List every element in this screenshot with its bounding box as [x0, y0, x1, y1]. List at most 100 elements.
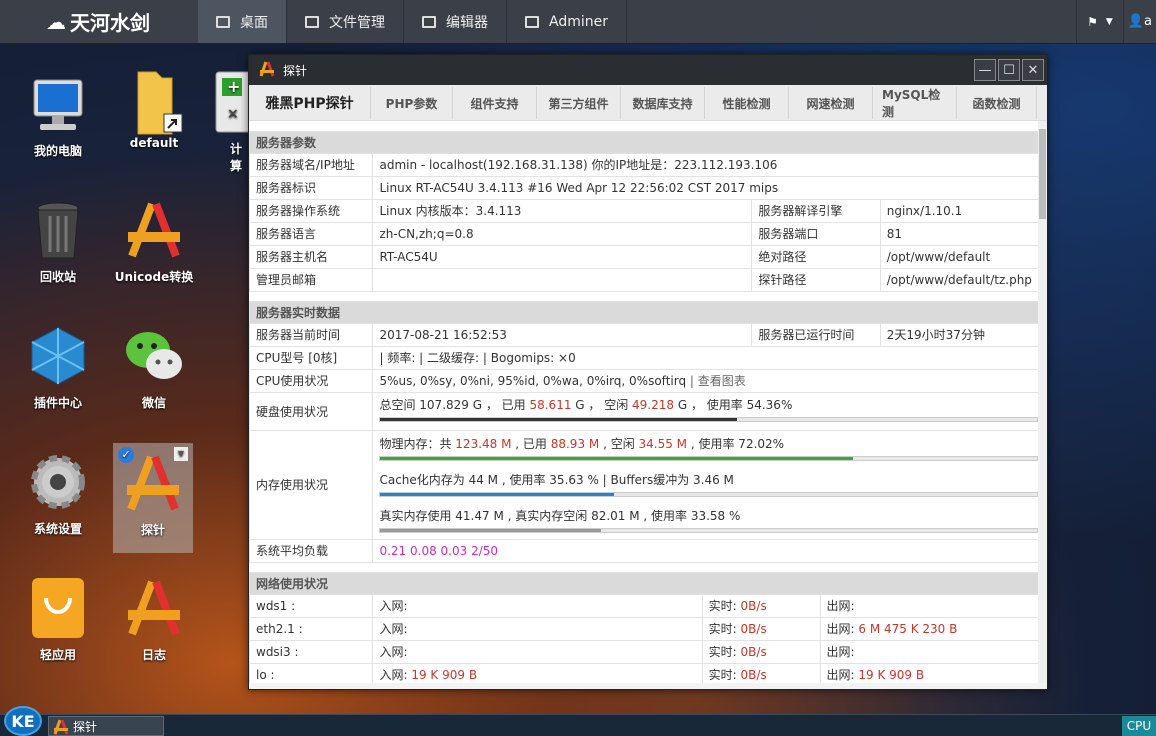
row-value: /opt/www/default	[879, 244, 1039, 269]
tab-functions[interactable]: 函数检测	[957, 87, 1037, 119]
network-row: wdsi3 : 入网: 实时: 0B/s 出网:	[249, 639, 1039, 664]
nav-label: Adminer	[549, 13, 608, 30]
app-tool-icon	[53, 719, 69, 736]
desktop-icon-settings[interactable]: 系统设置	[18, 450, 98, 537]
file-icon	[305, 15, 319, 28]
desktop-icon-default[interactable]: default	[114, 66, 194, 150]
disk-text: 总空间 107.829 G ， 已用	[379, 398, 530, 412]
monitor-icon	[216, 15, 230, 28]
scrollbar-thumb[interactable]	[1039, 129, 1046, 219]
tab-third-party[interactable]: 第三方组件	[537, 87, 621, 119]
disk-used: 58.611	[529, 398, 572, 412]
view-chart-link[interactable]: | 查看图表	[690, 374, 746, 388]
table-row: 管理员邮箱 探针路径 /opt/www/default/tz.php	[249, 267, 1039, 292]
out-value: 19 K 909 B	[858, 668, 925, 682]
row-label: 服务器标识	[249, 175, 374, 200]
desktop-icon-calculator[interactable]: + × 计算	[210, 70, 250, 174]
row-value: 物理内存：共 123.48 M , 已用 88.93 M , 空闲 34.55 …	[372, 429, 1039, 540]
tab-network-speed[interactable]: 网速检测	[789, 87, 873, 119]
icon-label: 插件中心	[33, 396, 82, 410]
tab-database[interactable]: 数据库支持	[621, 87, 705, 119]
rt-label: 实时:	[708, 645, 737, 659]
mem-text: , 已用	[511, 436, 551, 451]
calculator-icon: + ×	[210, 70, 250, 134]
nav-editor[interactable]: 编辑器	[404, 0, 507, 43]
table-row: 服务器语言 zh-CN,zh;q=0.8 服务器端口 81	[249, 221, 1039, 246]
icon-label: 计算	[230, 142, 243, 173]
start-button[interactable]: KE	[4, 706, 42, 736]
desktop-icon-wechat[interactable]: 微信	[114, 324, 194, 411]
plugin-icon	[26, 324, 90, 388]
net-out: 出网:	[819, 639, 1039, 664]
user-menu[interactable]: 👤 a	[1122, 0, 1156, 43]
wechat-icon	[122, 324, 186, 388]
close-button[interactable]: ✕	[1022, 59, 1044, 81]
logo-text: 天河水剑	[70, 11, 150, 35]
net-out: 出网:	[819, 593, 1039, 618]
row-value: | 频率: | 二级缓存: | Bogomips: ×0	[372, 345, 1039, 370]
table-row: 服务器标识 Linux RT-AC54U 3.4.113 #16 Wed Apr…	[249, 175, 1039, 200]
desktop-icon-probe[interactable]: ✓ ▼ 探针	[113, 443, 193, 553]
rt-value: 0B/s	[740, 668, 767, 682]
probe-table: 服务器参数 服务器域名/IP地址 admin - localhost(192.1…	[249, 121, 1039, 683]
nav-desktop[interactable]: 桌面	[198, 0, 287, 43]
vertical-scrollbar[interactable]	[1038, 121, 1047, 683]
in-label: 入网:	[379, 645, 408, 659]
folder-icon	[122, 66, 186, 135]
nav-adminer[interactable]: Adminer	[507, 0, 627, 43]
row-label: 内存使用状况	[249, 429, 374, 540]
desktop-icon-recycle-bin[interactable]: 回收站	[18, 198, 98, 285]
out-label: 出网:	[826, 622, 855, 636]
real-memory-progress-bar	[379, 527, 1038, 533]
desktop-icon-log[interactable]: 日志	[114, 576, 194, 663]
cache-progress-bar	[379, 491, 1038, 497]
cpu-indicator[interactable]: CPU	[1122, 716, 1156, 736]
user-icon: 👤	[1127, 14, 1145, 29]
tab-mysql[interactable]: MySQL检测	[873, 87, 957, 119]
taskbar-item-probe[interactable]: 探针	[48, 716, 164, 736]
mem-text: , 使用率 72.02%	[687, 436, 785, 451]
nav-label: 编辑器	[446, 14, 488, 31]
minimize-button[interactable]: —	[974, 59, 996, 81]
row-label: 服务器操作系统	[249, 198, 374, 223]
row-label: 系统平均负载	[249, 538, 374, 563]
row-label: 服务器域名/IP地址	[249, 152, 374, 177]
desktop-icon-light-app[interactable]: 轻应用	[18, 576, 98, 663]
rt-value: 0B/s	[740, 622, 767, 636]
app-tool-icon	[122, 198, 186, 262]
table-row: 服务器主机名 RT-AC54U 绝对路径 /opt/www/default	[249, 244, 1039, 269]
tab-php-params[interactable]: PHP参数	[371, 87, 453, 119]
row-value: Linux 内核版本：3.4.113	[372, 198, 753, 223]
section-header: 服务器参数	[249, 130, 1039, 154]
desktop-icon-my-computer[interactable]: 我的电脑	[18, 72, 98, 159]
table-row: CPU型号 [0核] | 频率: | 二级缓存: | Bogomips: ×0	[249, 345, 1039, 370]
rt-value: 0B/s	[740, 599, 767, 613]
net-in: 入网:	[372, 593, 703, 618]
desktop-icon-unicode[interactable]: Unicode转换	[114, 198, 194, 285]
disk-text: G ， 空闲	[571, 398, 633, 412]
section-header: 网络使用状况	[249, 571, 1039, 595]
row-value: 5%us, 0%sy, 0%ni, 95%id, 0%wa, 0%irq, 0%…	[372, 368, 1039, 393]
app-logo[interactable]: ☁ 天河水剑	[0, 0, 198, 43]
tab-home[interactable]: 雅黑PHP探针	[249, 87, 371, 119]
window-titlebar[interactable]: 探针 — ☐ ✕	[249, 55, 1047, 85]
nav-label: 文件管理	[329, 14, 385, 31]
interface-name: wdsi3 :	[249, 639, 374, 664]
out-value: 6 M 475 K 230 B	[858, 622, 958, 636]
maximize-button[interactable]: ☐	[998, 59, 1020, 81]
svg-text:+: +	[227, 77, 240, 96]
interface-name: eth2.1 :	[249, 616, 374, 641]
user-name: a	[1144, 14, 1152, 29]
nav-file-manager[interactable]: 文件管理	[287, 0, 404, 43]
icon-label: 我的电脑	[33, 144, 82, 158]
net-rt: 实时: 0B/s	[701, 662, 821, 683]
row-label: 管理员邮箱	[249, 267, 374, 292]
window-title: 探针	[283, 63, 308, 78]
probe-window: 探针 — ☐ ✕ 雅黑PHP探针 PHP参数 组件支持 第三方组件 数据库支持 …	[248, 54, 1048, 690]
mem-text: 物理内存：共	[379, 436, 456, 451]
tab-performance[interactable]: 性能检测	[705, 87, 789, 119]
row-label: 服务器主机名	[249, 244, 374, 269]
tab-components[interactable]: 组件支持	[453, 87, 537, 119]
desktop-icon-plugin-center[interactable]: 插件中心	[18, 324, 98, 411]
notification-menu[interactable]: ⚑ ▼	[1076, 0, 1123, 43]
